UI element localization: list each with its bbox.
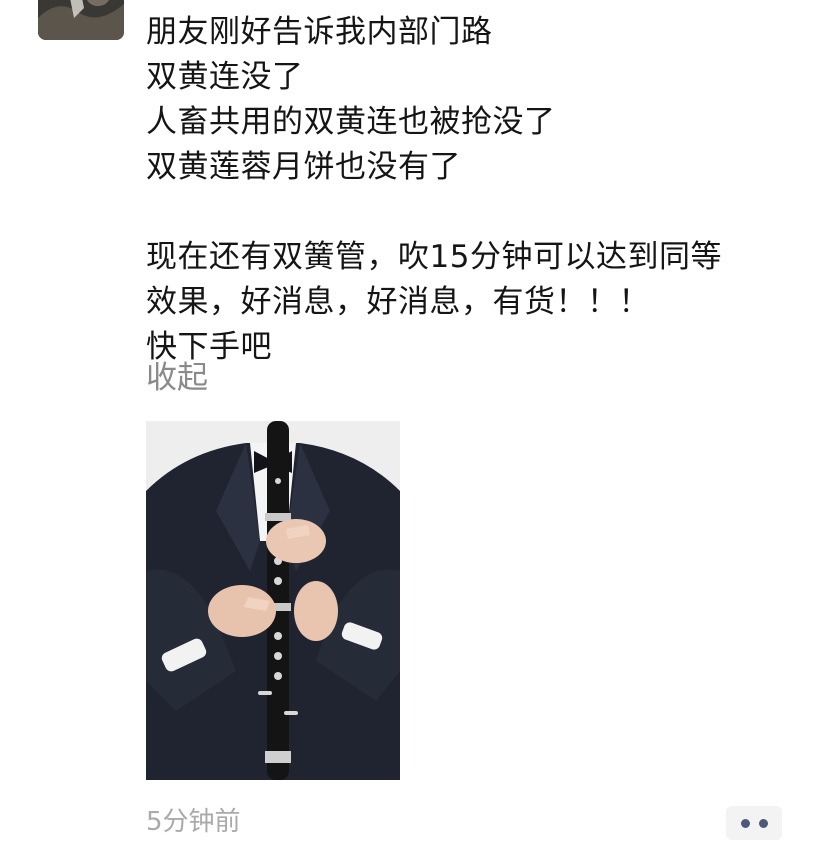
post-photo[interactable]	[146, 421, 400, 780]
more-options-button[interactable]	[726, 806, 782, 840]
avatar[interactable]	[38, 0, 124, 40]
post-line: 双黄连没了	[146, 59, 304, 95]
post-blank-line	[146, 190, 796, 235]
post-line: 效果，好消息，好消息，有货！！！	[146, 284, 650, 320]
post-line: 朋友刚好告诉我内部门路	[146, 14, 493, 50]
post-line: 人畜共用的双黄连也被抢没了	[146, 104, 556, 140]
post-text: 朋友刚好告诉我内部门路 双黄连没了 人畜共用的双黄连也被抢没了 双黄莲蓉月饼也没…	[146, 10, 796, 370]
post-timestamp: 5分钟前	[146, 807, 241, 837]
more-dots-icon	[758, 818, 768, 828]
more-dots-icon	[740, 818, 750, 828]
post-line: 快下手吧	[146, 329, 272, 365]
collapse-link[interactable]: 收起	[146, 356, 208, 401]
post-line: 双黄莲蓉月饼也没有了	[146, 149, 461, 185]
post-line: 现在还有双簧管，吹15分钟可以达到同等	[146, 239, 722, 275]
